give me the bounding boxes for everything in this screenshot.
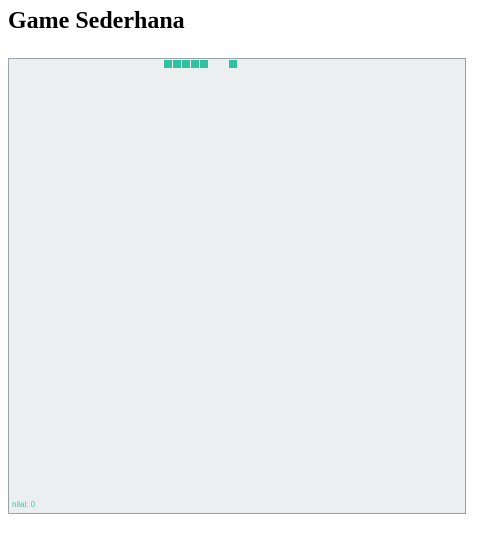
score-label: nilai: 0: [12, 500, 36, 509]
snake-segment: [182, 60, 190, 68]
snake-segment: [173, 60, 181, 68]
snake-segment: [164, 60, 172, 68]
game-canvas[interactable]: nilai: 0: [8, 58, 466, 514]
food-item: [229, 60, 237, 68]
snake-segment: [191, 60, 199, 68]
snake-segment: [200, 60, 208, 68]
page-title: Game Sederhana: [8, 8, 185, 34]
